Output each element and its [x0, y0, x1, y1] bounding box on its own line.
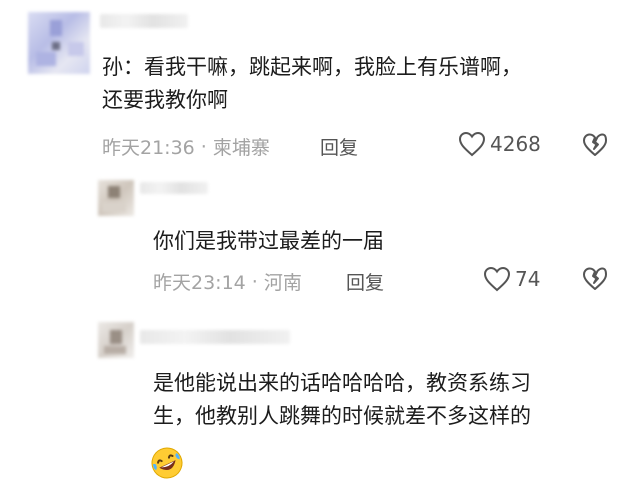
separator: · — [200, 135, 207, 158]
comment-text: 你们是我带过最差的一届 — [153, 229, 384, 253]
rolling-on-floor-laughing-emoji — [150, 446, 184, 480]
dislike-button[interactable] — [582, 266, 608, 296]
comment-location: 河南 — [263, 272, 302, 294]
like-count: 74 — [515, 267, 541, 291]
comment-text: 是他能说出来的话哈哈哈哈，教资系练习 生，他教别人跳舞的时候就差不多这样的 — [153, 371, 531, 428]
separator: · — [251, 270, 258, 293]
avatar[interactable] — [98, 322, 134, 358]
broken-heart-icon — [582, 267, 608, 296]
avatar[interactable] — [98, 180, 134, 216]
comment-meta: 昨天23:14 · 河南 — [153, 268, 302, 295]
broken-heart-icon — [582, 133, 608, 162]
username-blurred[interactable] — [100, 14, 188, 28]
like-button[interactable]: 4268 — [458, 131, 541, 157]
reply-button[interactable]: 回复 — [320, 133, 358, 160]
like-button[interactable]: 74 — [483, 266, 540, 292]
comment-location: 柬埔寨 — [212, 137, 270, 159]
reply-button[interactable]: 回复 — [346, 268, 384, 295]
comment-time: 昨天23:14 — [153, 272, 246, 294]
comment-meta: 昨天21:36 · 柬埔寨 — [102, 133, 270, 160]
username-blurred[interactable] — [140, 330, 290, 344]
like-count: 4268 — [490, 132, 541, 156]
heart-icon — [483, 266, 511, 292]
username-blurred[interactable] — [140, 182, 208, 194]
heart-icon — [458, 131, 486, 157]
dislike-button[interactable] — [582, 132, 608, 162]
avatar[interactable] — [28, 12, 90, 74]
comment-text: 孙：看我干嘛，跳起来啊，我脸上有乐谱啊， 还要我教你啊 — [102, 55, 522, 112]
comment-time: 昨天21:36 — [102, 137, 195, 159]
